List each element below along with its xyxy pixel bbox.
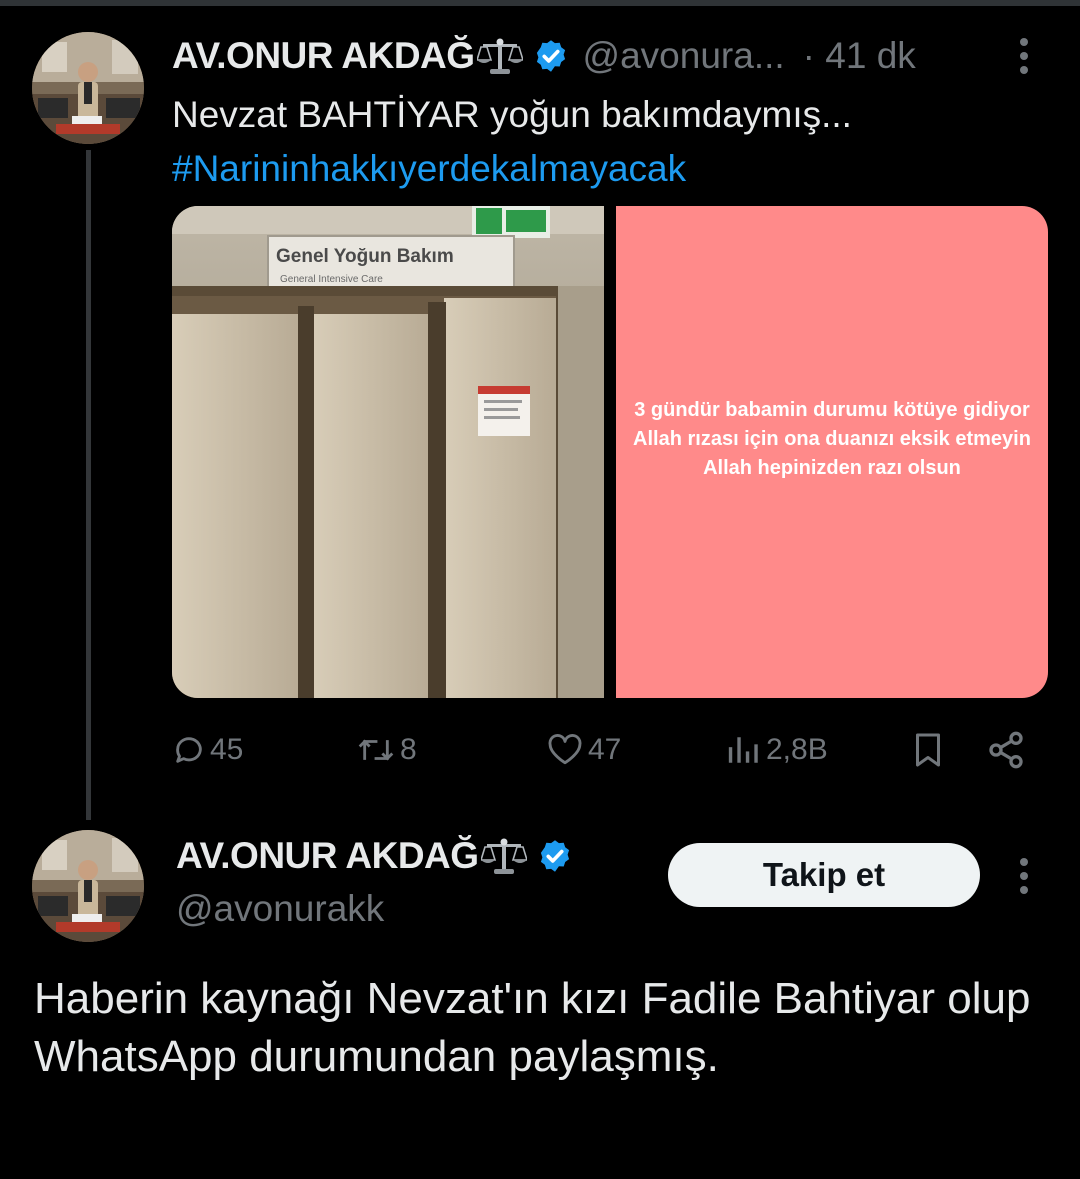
views-count: 2,8B [766,733,828,766]
handle[interactable]: @avonurakk [176,888,384,930]
tweet-thread-page: AV.ONUR AKDAĞ @avonura... · 41 dk Nevzat… [0,0,1080,1179]
avatar[interactable] [32,830,144,942]
thread-line [86,150,91,820]
avatar-photo [32,32,144,144]
repost-count: 8 [400,733,417,766]
scales-emoji-icon [476,38,523,74]
like-button[interactable]: 47 [546,722,621,778]
tweet-text: Haberin kaynağı Nevzat'ın kızı Fadile Ba… [34,974,1031,1081]
display-name[interactable]: AV.ONUR AKDAĞ [172,35,475,77]
avatar-photo [32,830,144,942]
follow-button[interactable]: Takip et [668,843,980,907]
timestamp[interactable]: · 41 dk [803,35,916,77]
handle[interactable]: @avonura... [583,35,785,77]
views-button[interactable]: 2,8B [724,722,828,778]
repost-button[interactable]: 8 [356,722,417,778]
scales-emoji-icon [480,838,527,874]
tweet-header: AV.ONUR AKDAĞ @avonura... · 41 dk [172,28,916,84]
tweet-header: AV.ONUR AKDAĞ [176,835,573,877]
top-divider [0,0,1080,6]
bookmark-icon [916,733,940,767]
tweet-media[interactable]: Genel Yoğun Bakım General Intensive Care [172,206,1048,698]
sign-subtitle: General Intensive Care [280,274,383,285]
reply-icon [176,737,202,763]
like-count: 47 [588,733,622,766]
tweet-text-line: Nevzat BAHTİYAR yoğun bakımdaymış... [172,94,852,135]
repost-icon [358,739,394,761]
media-status-card[interactable]: 3 gündür babamin durumu kötüye gidiyor A… [616,206,1048,698]
more-icon[interactable] [1018,856,1030,896]
bookmark-button[interactable] [910,722,946,778]
views-icon [728,737,758,763]
display-name[interactable]: AV.ONUR AKDAĞ [176,835,479,877]
reply-count: 45 [210,733,244,766]
avatar[interactable] [32,32,144,144]
icu-door-photo: Genel Yoğun Bakım General Intensive Care [172,206,604,698]
media-photo-icu-door[interactable]: Genel Yoğun Bakım General Intensive Care [172,206,604,698]
tweet-text: Nevzat BAHTİYAR yoğun bakımdaymış... #Na… [172,88,852,196]
share-button[interactable] [986,722,1026,778]
reply-button[interactable]: 45 [172,722,243,778]
verified-badge-icon[interactable] [537,838,573,874]
more-icon[interactable] [1018,36,1030,76]
verified-badge-icon[interactable] [533,38,569,74]
like-icon [548,734,582,765]
hashtag-link[interactable]: #Narininhakkıyerdekalmayacak [172,142,852,196]
status-card-text: 3 gündür babamin durumu kötüye gidiyor A… [633,398,1031,479]
sign-title: Genel Yoğun Bakım [276,246,454,267]
share-icon [989,731,1023,769]
